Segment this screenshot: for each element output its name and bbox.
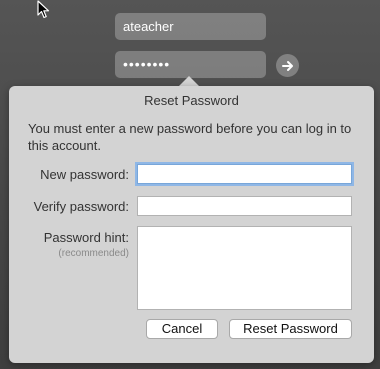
new-password-field[interactable] (137, 164, 352, 184)
cancel-button[interactable]: Cancel (146, 319, 218, 339)
reset-password-button[interactable]: Reset Password (229, 319, 352, 339)
new-password-label: New password: (40, 167, 129, 182)
arrow-right-icon (281, 60, 293, 71)
dialog-message: You must enter a new password before you… (28, 121, 352, 153)
verify-password-field[interactable] (137, 196, 352, 216)
login-submit-button[interactable] (276, 54, 299, 77)
verify-password-label: Verify password: (33, 199, 129, 214)
arrow-cursor-icon (37, 0, 50, 19)
password-hint-label: Password hint: (43, 230, 129, 245)
dialog-title: Reset Password (144, 93, 239, 108)
password-field[interactable]: •••••••• (115, 51, 266, 78)
password-hint-recommended-note: (recommended) (58, 248, 129, 259)
password-hint-field[interactable] (137, 226, 352, 310)
username-field[interactable]: ateacher (115, 13, 266, 40)
reset-password-dialog: Reset Password You must enter a new pass… (9, 86, 374, 363)
